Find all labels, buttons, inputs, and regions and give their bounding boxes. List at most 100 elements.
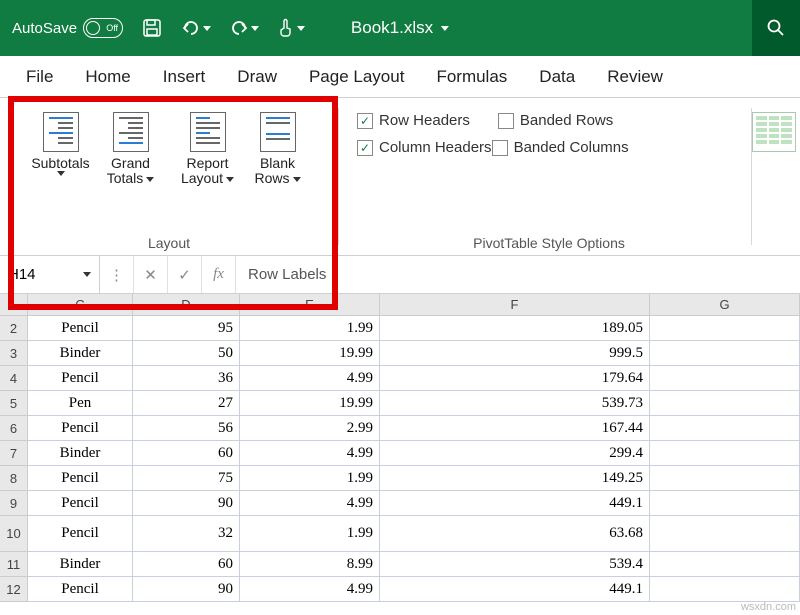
blank-rows-button[interactable]: BlankRows xyxy=(246,112,310,187)
cell[interactable]: Binder xyxy=(28,341,133,366)
table-row[interactable]: 10Pencil321.9963.68 xyxy=(0,516,800,552)
select-all-corner[interactable] xyxy=(0,294,28,316)
cell[interactable] xyxy=(650,391,800,416)
table-row[interactable]: 8Pencil751.99149.25 xyxy=(0,466,800,491)
cell[interactable] xyxy=(650,552,800,577)
cell[interactable]: 19.99 xyxy=(240,391,380,416)
banded-columns-checkbox[interactable]: Banded Columns xyxy=(492,139,629,156)
cell[interactable]: 539.4 xyxy=(380,552,650,577)
cell[interactable]: 19.99 xyxy=(240,341,380,366)
row-headers-checkbox[interactable]: ✓Row Headers xyxy=(357,112,470,129)
table-row[interactable]: 3Binder5019.99999.5 xyxy=(0,341,800,366)
cell[interactable]: 36 xyxy=(133,366,240,391)
cell[interactable]: 4.99 xyxy=(240,441,380,466)
cell[interactable]: 149.25 xyxy=(380,466,650,491)
table-row[interactable]: 7Binder604.99299.4 xyxy=(0,441,800,466)
row-header[interactable]: 3 xyxy=(0,341,28,366)
row-header[interactable]: 5 xyxy=(0,391,28,416)
autosave-toggle[interactable]: Off xyxy=(83,18,123,38)
cell[interactable]: 75 xyxy=(133,466,240,491)
table-row[interactable]: 6Pencil562.99167.44 xyxy=(0,416,800,441)
cell[interactable]: Pencil xyxy=(28,316,133,341)
cell[interactable]: 4.99 xyxy=(240,366,380,391)
col-header[interactable]: F xyxy=(380,294,650,316)
search-button[interactable] xyxy=(752,0,800,56)
cell[interactable]: 539.73 xyxy=(380,391,650,416)
spreadsheet-grid[interactable]: C D E F G 2Pencil951.99189.053Binder5019… xyxy=(0,294,800,602)
cell[interactable]: Pencil xyxy=(28,516,133,552)
cell[interactable]: Pencil xyxy=(28,366,133,391)
grand-totals-button[interactable]: GrandTotals xyxy=(99,112,163,187)
expand-icon[interactable]: ⋮ xyxy=(100,256,134,293)
tab-formulas[interactable]: Formulas xyxy=(420,59,523,95)
cell[interactable]: 1.99 xyxy=(240,516,380,552)
subtotals-button[interactable]: Subtotals xyxy=(29,112,93,176)
col-header[interactable]: E xyxy=(240,294,380,316)
col-header[interactable]: C xyxy=(28,294,133,316)
row-header[interactable]: 8 xyxy=(0,466,28,491)
cell[interactable]: 449.1 xyxy=(380,577,650,602)
report-layout-button[interactable]: ReportLayout xyxy=(176,112,240,187)
name-box[interactable]: H14 xyxy=(0,256,100,293)
cell[interactable]: 90 xyxy=(133,577,240,602)
cell[interactable] xyxy=(650,441,800,466)
cell[interactable] xyxy=(650,366,800,391)
cell[interactable] xyxy=(650,341,800,366)
cell[interactable]: 95 xyxy=(133,316,240,341)
col-header[interactable]: G xyxy=(650,294,800,316)
cell[interactable]: 4.99 xyxy=(240,577,380,602)
formula-input[interactable]: Row Labels xyxy=(236,266,800,283)
cell[interactable]: 2.99 xyxy=(240,416,380,441)
cell[interactable]: Binder xyxy=(28,441,133,466)
cell[interactable]: 50 xyxy=(133,341,240,366)
cell[interactable] xyxy=(650,491,800,516)
tab-page-layout[interactable]: Page Layout xyxy=(293,59,420,95)
row-header[interactable]: 11 xyxy=(0,552,28,577)
table-row[interactable]: 12Pencil904.99449.1 xyxy=(0,577,800,602)
table-row[interactable]: 4Pencil364.99179.64 xyxy=(0,366,800,391)
tab-file[interactable]: File xyxy=(10,59,69,95)
cell[interactable]: 27 xyxy=(133,391,240,416)
table-row[interactable]: 11Binder608.99539.4 xyxy=(0,552,800,577)
cell[interactable]: 999.5 xyxy=(380,341,650,366)
cell[interactable] xyxy=(650,466,800,491)
banded-rows-checkbox[interactable]: Banded Rows xyxy=(498,112,613,129)
cell[interactable]: 449.1 xyxy=(380,491,650,516)
cell[interactable]: 56 xyxy=(133,416,240,441)
cell[interactable]: Pen xyxy=(28,391,133,416)
cell[interactable]: Pencil xyxy=(28,577,133,602)
col-header[interactable]: D xyxy=(133,294,240,316)
chevron-down-icon[interactable] xyxy=(441,26,449,31)
save-icon[interactable] xyxy=(141,17,163,39)
table-row[interactable]: 5Pen2719.99539.73 xyxy=(0,391,800,416)
cell[interactable]: 1.99 xyxy=(240,466,380,491)
row-header[interactable]: 2 xyxy=(0,316,28,341)
fx-icon[interactable]: fx xyxy=(202,256,236,293)
cell[interactable]: 60 xyxy=(133,441,240,466)
cell[interactable]: 299.4 xyxy=(380,441,650,466)
cell[interactable]: Pencil xyxy=(28,491,133,516)
enter-icon[interactable]: ✓ xyxy=(168,256,202,293)
cell[interactable] xyxy=(650,416,800,441)
tab-data[interactable]: Data xyxy=(523,59,591,95)
cell[interactable]: Pencil xyxy=(28,466,133,491)
cell[interactable]: 60 xyxy=(133,552,240,577)
cell[interactable]: 179.64 xyxy=(380,366,650,391)
table-row[interactable]: 2Pencil951.99189.05 xyxy=(0,316,800,341)
cell[interactable]: Pencil xyxy=(28,416,133,441)
tab-insert[interactable]: Insert xyxy=(147,59,222,95)
row-header[interactable]: 9 xyxy=(0,491,28,516)
cell[interactable] xyxy=(650,516,800,552)
cell[interactable]: 90 xyxy=(133,491,240,516)
cancel-icon[interactable]: ✕ xyxy=(134,256,168,293)
cell[interactable]: Binder xyxy=(28,552,133,577)
cell[interactable]: 1.99 xyxy=(240,316,380,341)
touch-mode-button[interactable] xyxy=(277,18,305,38)
cell[interactable] xyxy=(650,316,800,341)
cell[interactable] xyxy=(650,577,800,602)
tab-review[interactable]: Review xyxy=(591,59,679,95)
row-header[interactable]: 12 xyxy=(0,577,28,602)
cell[interactable]: 63.68 xyxy=(380,516,650,552)
pivottable-styles-gallery[interactable] xyxy=(752,98,800,255)
row-header[interactable]: 4 xyxy=(0,366,28,391)
